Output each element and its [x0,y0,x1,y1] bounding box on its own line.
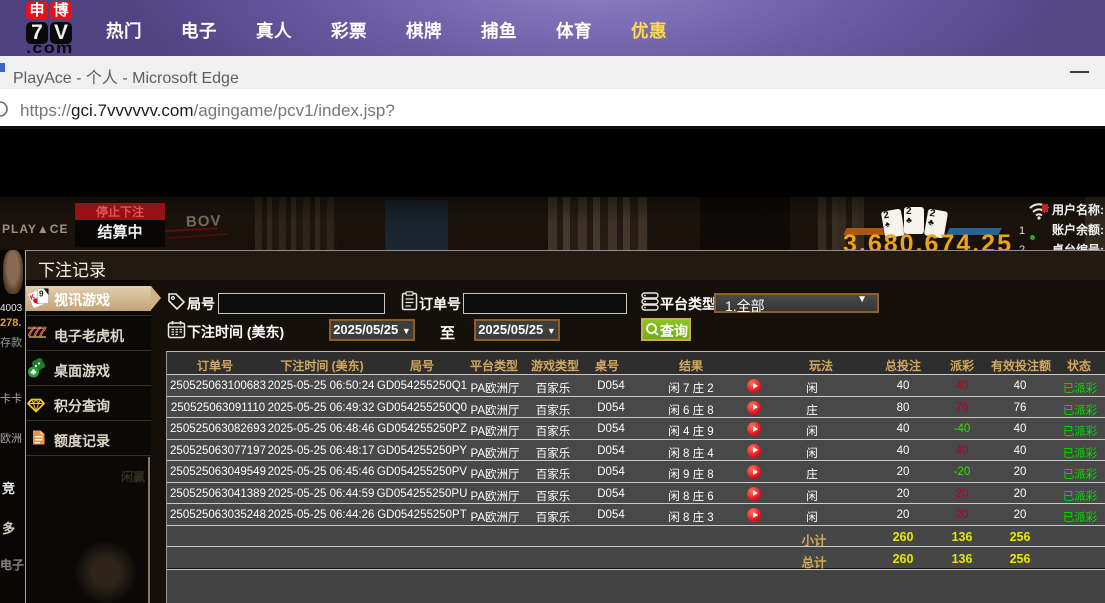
svg-text:9: 9 [39,290,44,299]
